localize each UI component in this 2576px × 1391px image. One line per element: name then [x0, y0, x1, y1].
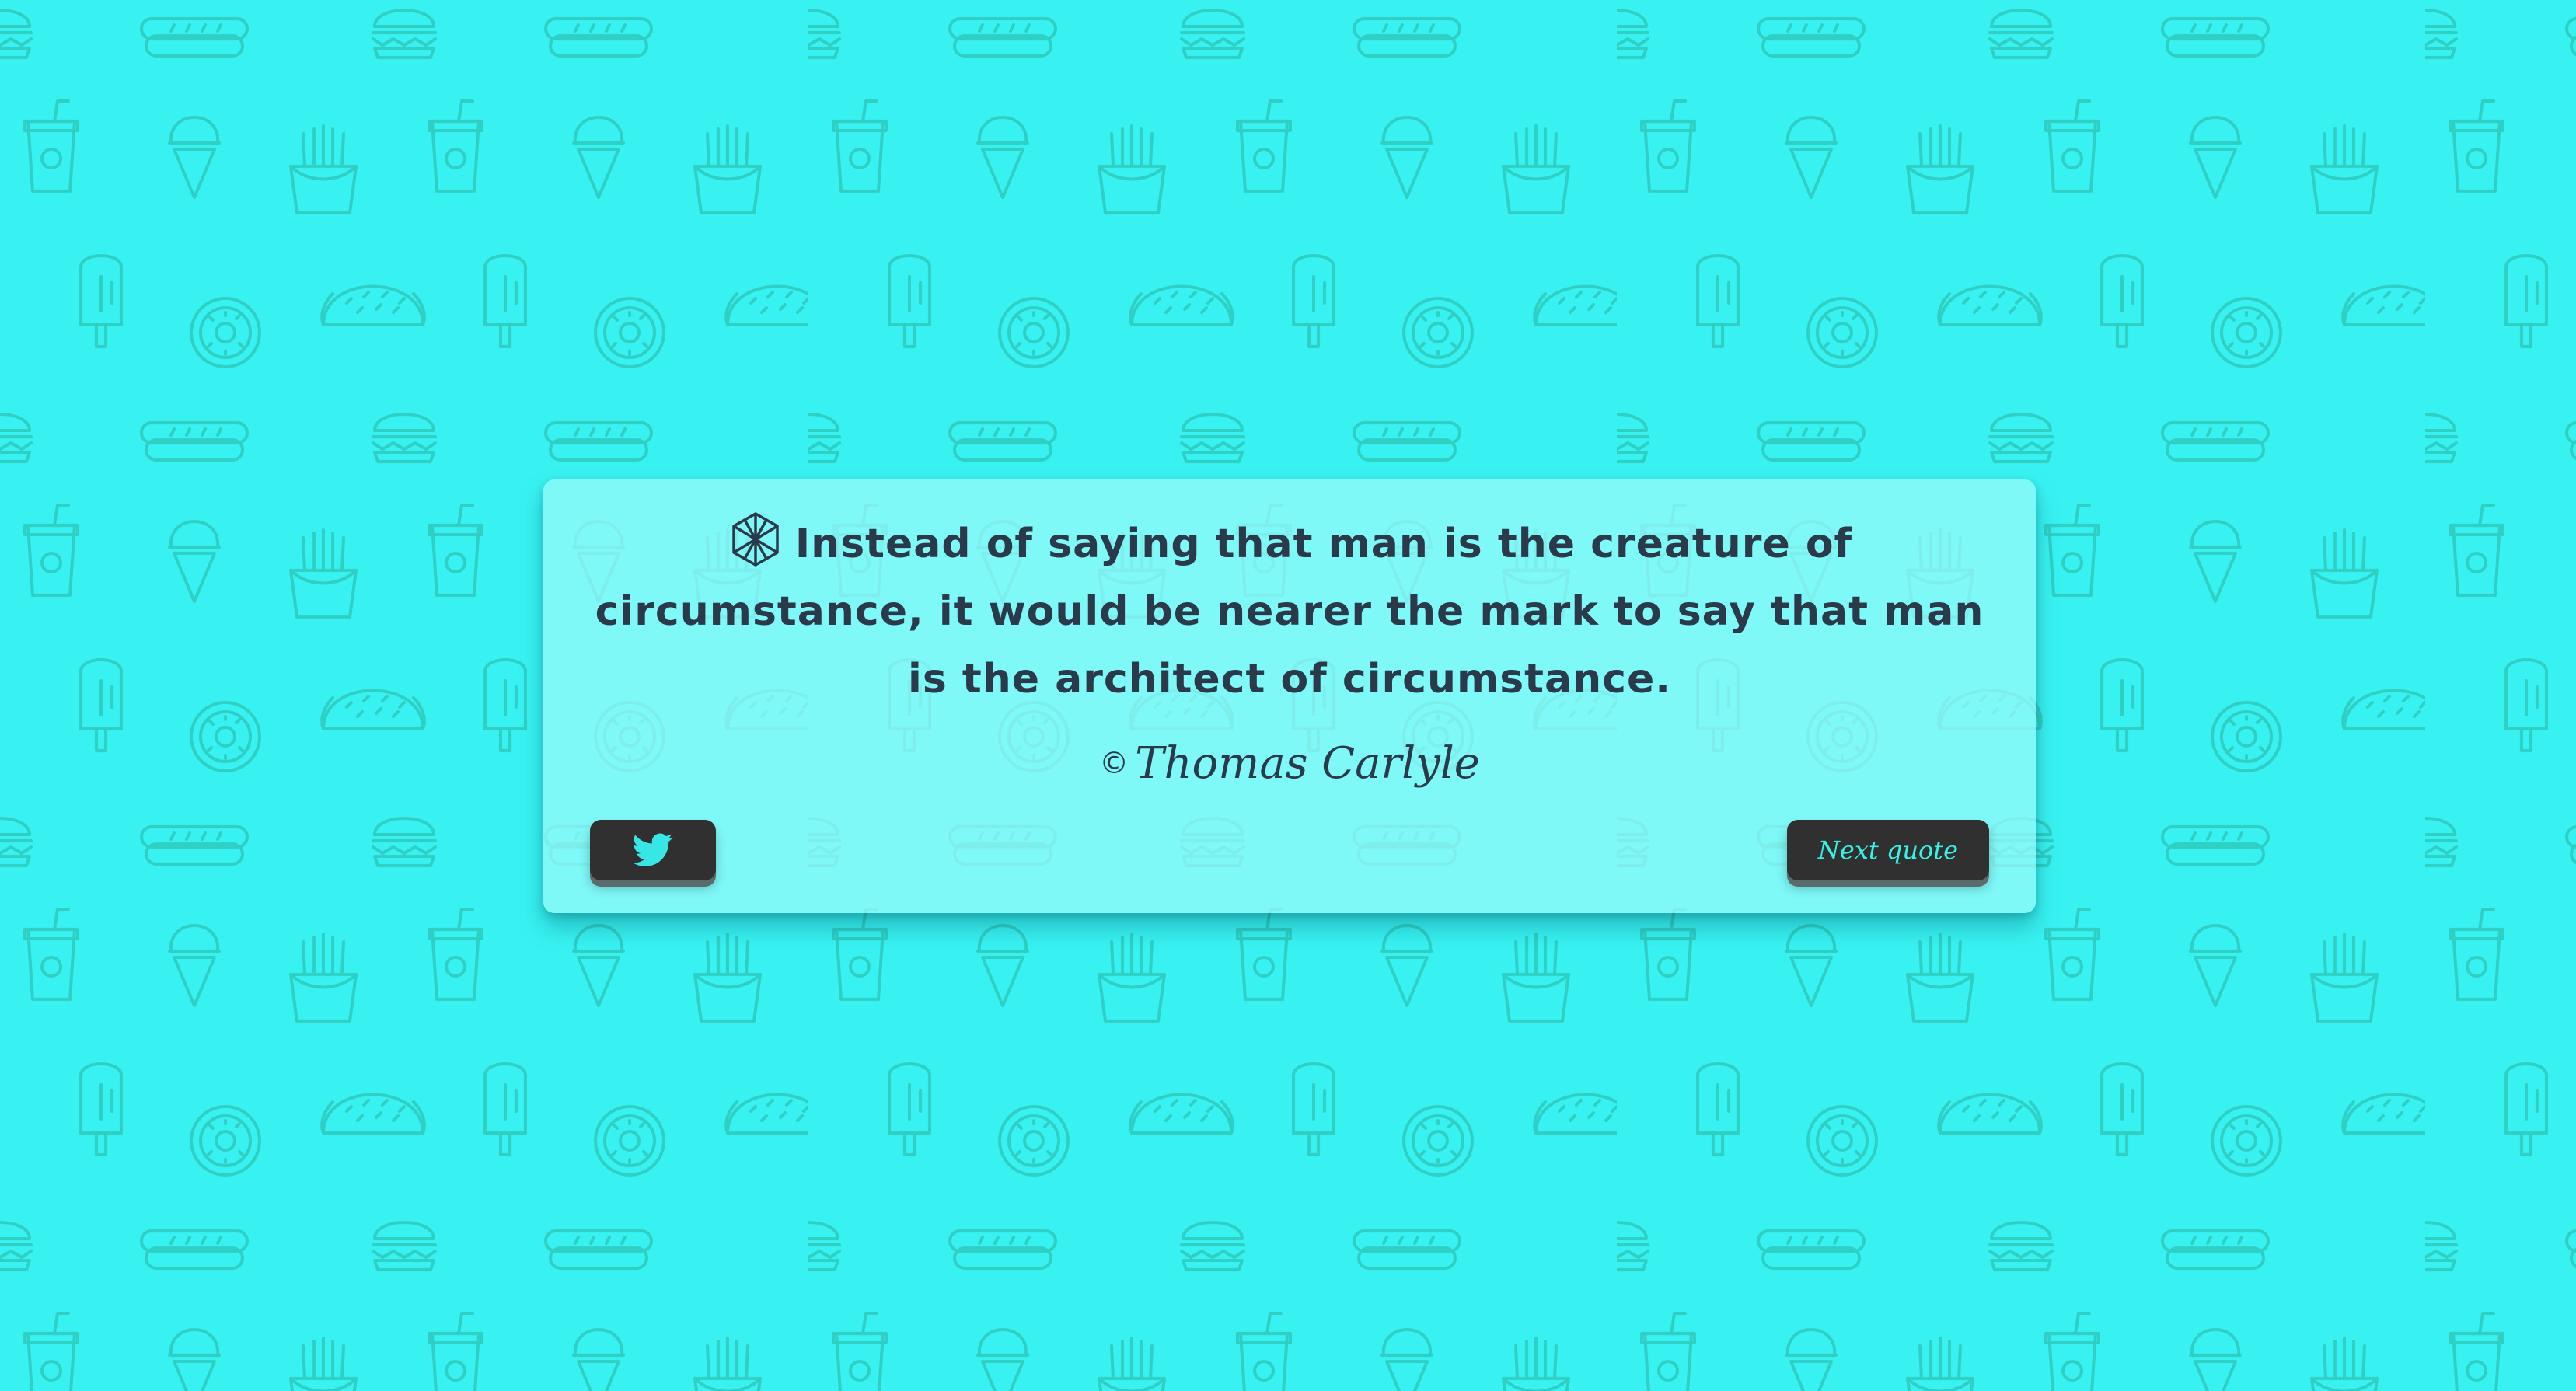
next-quote-label: Next quote — [1817, 835, 1959, 865]
quote-text: Instead of saying that man is the creatu… — [595, 521, 1984, 702]
quote-author: Thomas Carlyle — [1135, 738, 1480, 789]
copyright-symbol: © — [1099, 746, 1129, 780]
quote-text-block: Instead of saying that man is the creatu… — [590, 511, 1989, 713]
next-quote-button[interactable]: Next quote — [1787, 820, 1989, 880]
tweet-quote-button[interactable] — [590, 820, 716, 880]
hexagon-logo-icon — [732, 512, 779, 567]
twitter-bird-icon — [633, 833, 673, 866]
quote-attribution: © Thomas Carlyle — [543, 736, 2036, 791]
quote-card: Instead of saying that man is the creatu… — [543, 479, 2036, 913]
